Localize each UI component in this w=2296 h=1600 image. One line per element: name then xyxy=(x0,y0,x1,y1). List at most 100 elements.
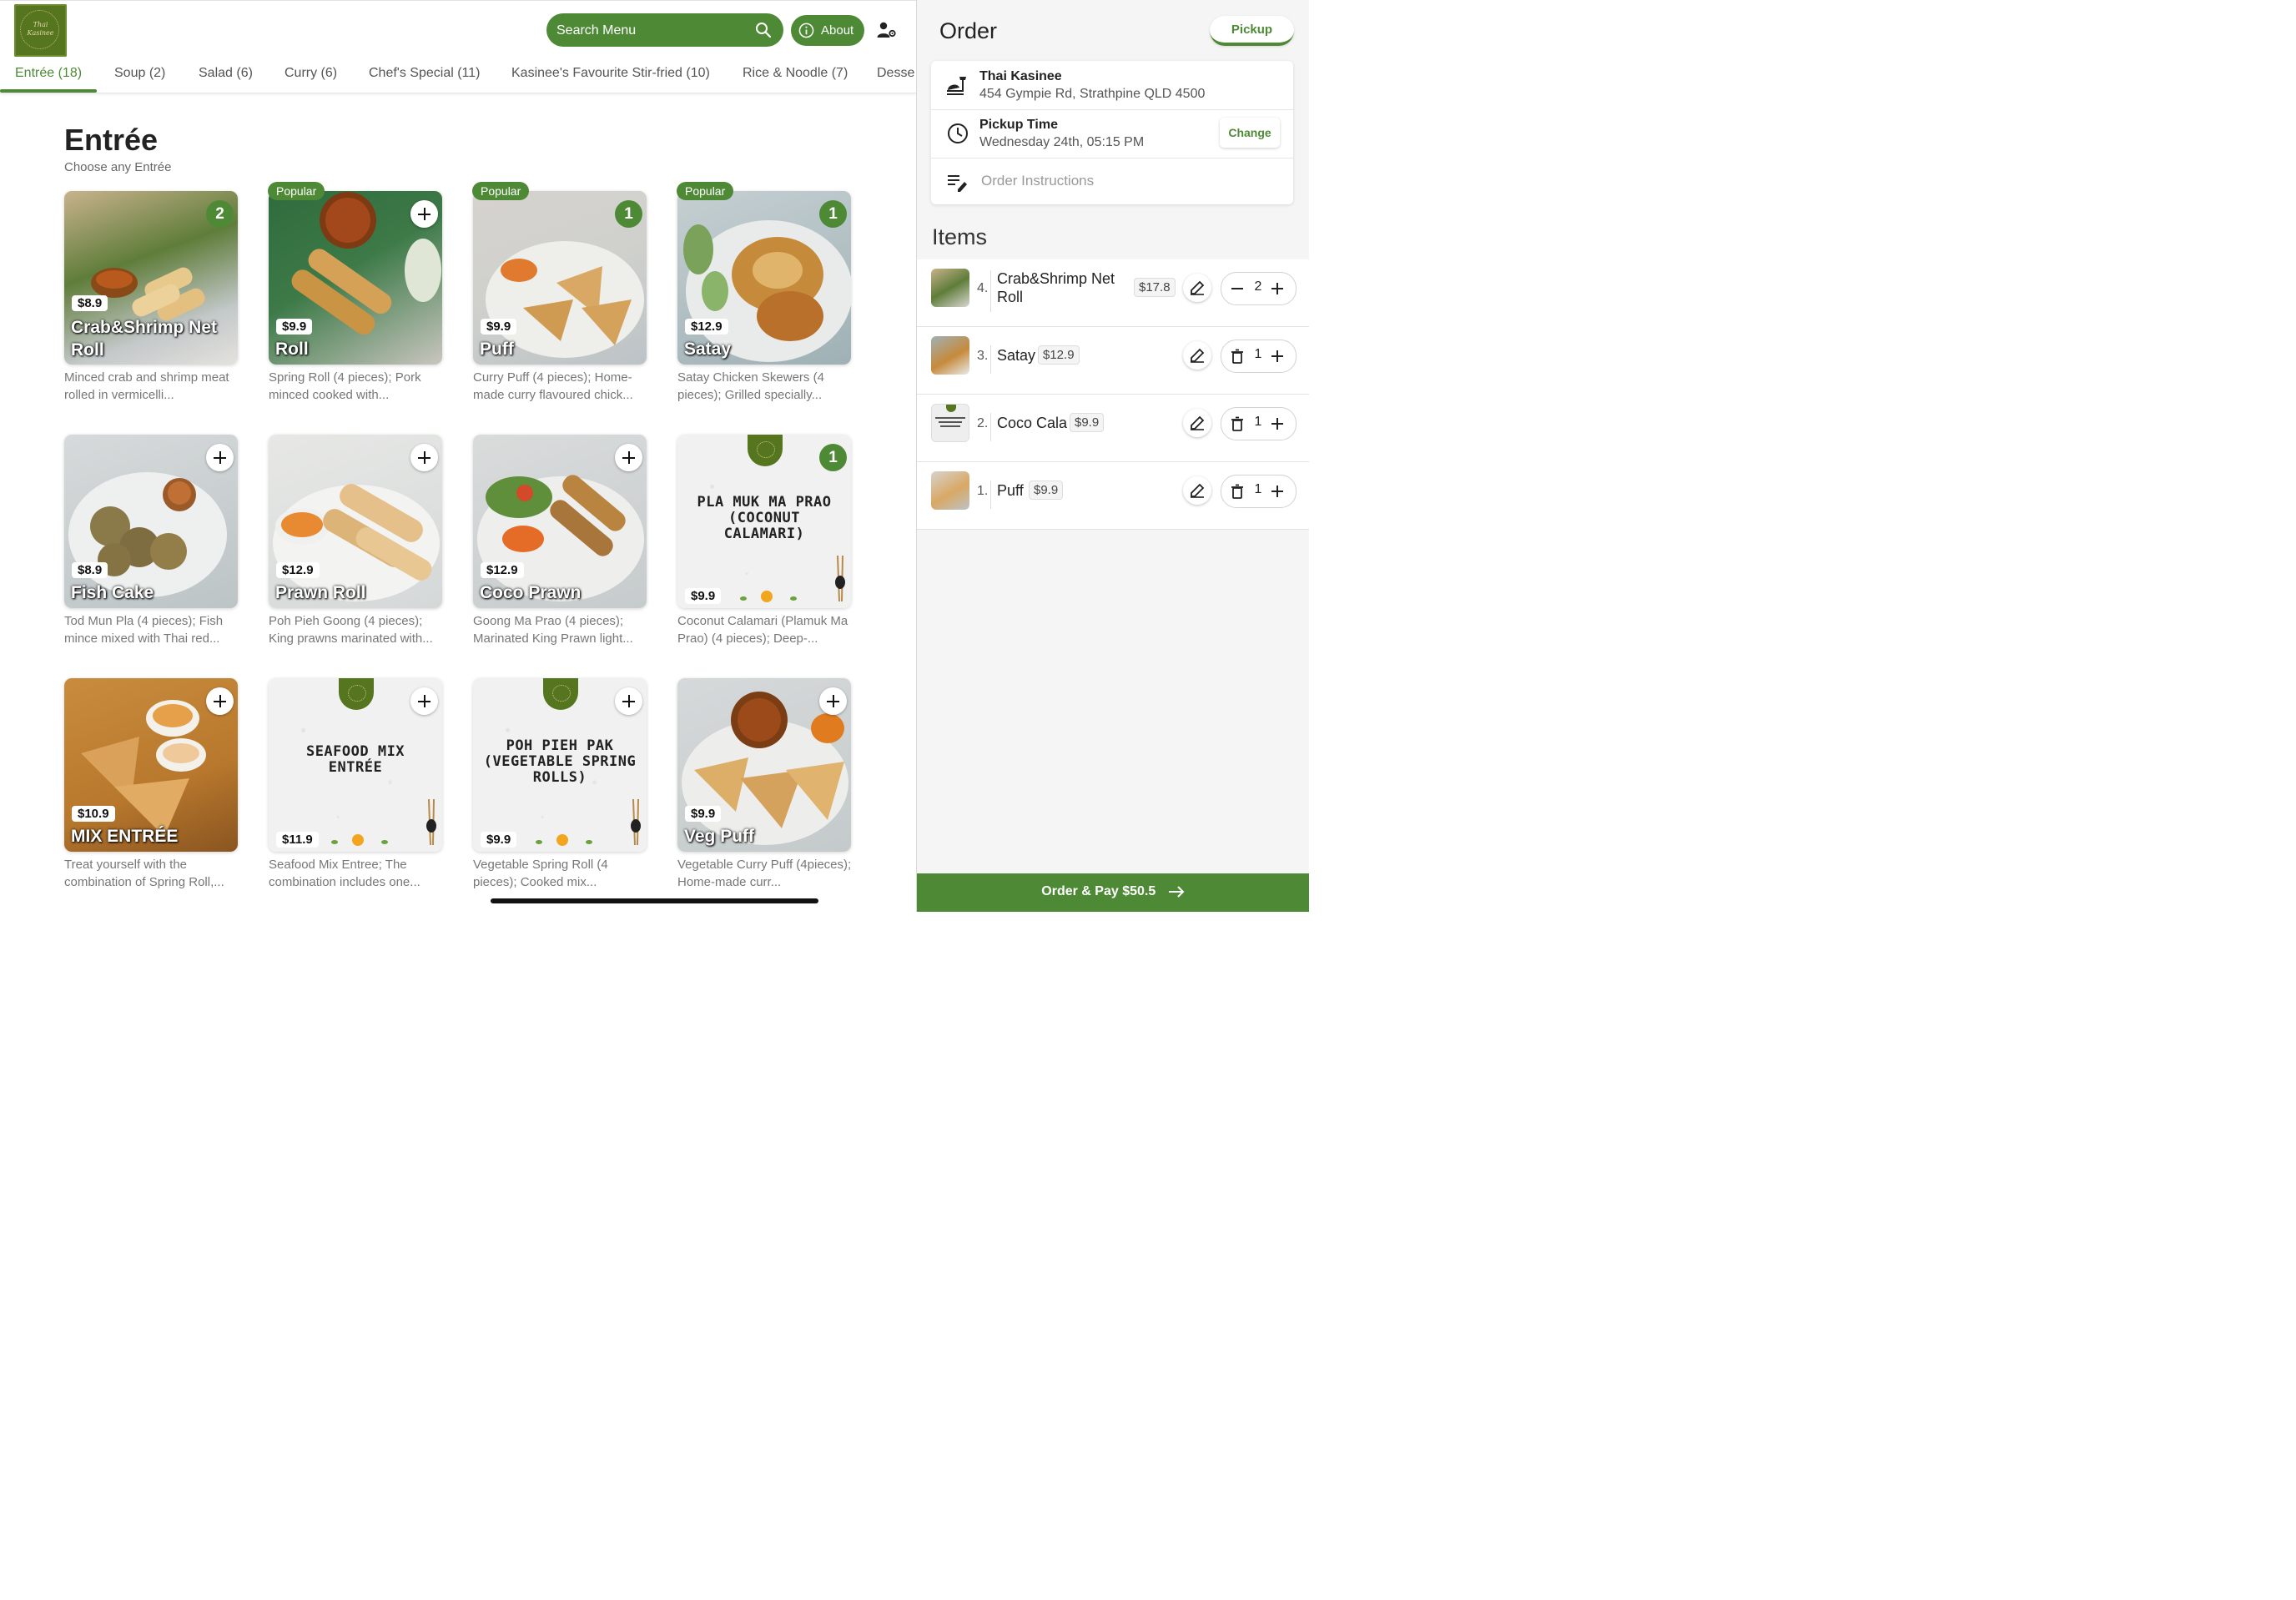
divider xyxy=(990,270,991,312)
order-instructions-input[interactable] xyxy=(979,172,1266,190)
add-to-cart-button[interactable] xyxy=(615,687,642,715)
items-heading: Items xyxy=(932,224,988,249)
cart-count-badge: 1 xyxy=(615,200,642,228)
edit-item-button[interactable] xyxy=(1183,409,1211,437)
increase-quantity-icon[interactable] xyxy=(1270,281,1285,296)
account-settings-icon[interactable] xyxy=(877,21,897,39)
price-tag: $11.9 xyxy=(276,832,319,848)
edit-pencil-icon xyxy=(1191,280,1205,295)
instructions-row xyxy=(931,158,1293,204)
item-description: Spring Roll (4 pieces); Pork minced cook… xyxy=(269,370,421,402)
popular-badge: Popular xyxy=(268,182,325,200)
item-description: Goong Ma Prao (4 pieces); Marinated King… xyxy=(473,614,633,646)
divider xyxy=(990,481,991,509)
restaurant-name: Thai Kasinee xyxy=(979,69,1062,83)
quantity-stepper[interactable]: 1 xyxy=(1221,475,1297,508)
add-to-cart-button[interactable] xyxy=(410,687,438,715)
price-tag: $9.9 xyxy=(481,319,517,335)
tab-curry[interactable]: Curry (6) xyxy=(284,66,337,81)
restaurant-address: 454 Gympie Rd, Strathpine QLD 4500 xyxy=(979,87,1206,101)
delete-item-icon[interactable] xyxy=(1230,484,1245,499)
item-name-overlay: Roll xyxy=(275,340,309,359)
cart-line-item: 1. Puff $9.9 1 xyxy=(917,462,1309,530)
line-number: 2. xyxy=(977,416,989,430)
edit-item-button[interactable] xyxy=(1183,274,1211,302)
item-name-overlay: Fish Cake xyxy=(71,583,154,602)
popular-badge: Popular xyxy=(472,182,530,200)
chopsticks-decoration xyxy=(835,556,845,602)
line-item-name: Satay xyxy=(997,347,1036,364)
item-name-overlay: Crab&Shrimp Net Roll xyxy=(71,318,218,360)
delete-item-icon[interactable] xyxy=(1230,349,1245,364)
order-info-card: Thai Kasinee 454 Gympie Rd, Strathpine Q… xyxy=(931,61,1293,204)
quantity-value: 1 xyxy=(1254,347,1262,361)
item-thumbnail xyxy=(931,404,969,442)
item-description: Curry Puff (4 pieces); Home-made curry f… xyxy=(473,370,633,402)
line-item-name-line: Roll xyxy=(997,289,1024,305)
cart-line-item: 2. Coco Cala $9.9 1 xyxy=(917,395,1309,462)
add-to-cart-button[interactable] xyxy=(410,444,438,471)
tab-entree[interactable]: Entrée (18) xyxy=(15,66,82,81)
order-and-pay-label: Order & Pay $50.5 xyxy=(1041,884,1156,898)
item-thumbnail xyxy=(931,336,969,375)
add-to-cart-button[interactable] xyxy=(206,687,234,715)
quantity-value: 2 xyxy=(1254,279,1262,294)
cart-line-item: 3. Satay $12.9 1 xyxy=(917,327,1309,395)
search-icon[interactable] xyxy=(755,22,772,38)
decoration xyxy=(711,591,819,602)
add-to-cart-button[interactable] xyxy=(206,444,234,471)
add-to-cart-button[interactable] xyxy=(615,444,642,471)
order-and-pay-button[interactable]: Order & Pay $50.5 xyxy=(917,873,1309,912)
line-item-name: Coco Cala xyxy=(997,415,1068,431)
active-tab-indicator xyxy=(0,89,97,93)
tab-salad[interactable]: Salad (6) xyxy=(199,66,253,81)
order-panel: Order Pickup Thai Kasinee 454 Gympie Rd,… xyxy=(916,0,1309,912)
line-item-name-line: Crab&Shrimp Net xyxy=(997,270,1115,287)
item-description: Tod Mun Pla (4 pieces); Fish mince mixed… xyxy=(64,614,224,646)
tab-dessert[interactable]: Desse xyxy=(877,66,914,81)
quantity-stepper[interactable]: 1 xyxy=(1221,407,1297,440)
edit-pencil-icon xyxy=(1191,415,1205,430)
edit-item-button[interactable] xyxy=(1183,476,1211,505)
tab-kasinees-favourite[interactable]: Kasinee's Favourite Stir-fried (10) xyxy=(511,66,710,81)
item-name-overlay: Coco Prawn xyxy=(480,583,582,602)
item-name-overlay: Prawn Roll xyxy=(275,583,366,602)
home-indicator[interactable] xyxy=(491,898,818,903)
tab-chefs-special[interactable]: Chef's Special (11) xyxy=(369,66,480,81)
increase-quantity-icon[interactable] xyxy=(1270,416,1285,431)
cart-count-badge: 1 xyxy=(819,444,847,471)
line-number: 1. xyxy=(977,484,989,498)
about-button[interactable]: About xyxy=(791,15,864,46)
pickup-time-value: Wednesday 24th, 05:15 PM xyxy=(979,135,1145,149)
section-subtitle: Choose any Entrée xyxy=(64,160,172,174)
edit-notes-icon xyxy=(948,175,967,192)
item-description: Seafood Mix Entree; The combination incl… xyxy=(269,858,420,889)
delete-item-icon[interactable] xyxy=(1230,416,1245,431)
edit-pencil-icon xyxy=(1191,483,1205,498)
restaurant-logo[interactable]: Thai Kasinee xyxy=(14,4,67,57)
divider xyxy=(990,413,991,441)
logo-text: Thai Kasinee xyxy=(27,21,54,37)
chopsticks-decoration xyxy=(426,799,436,846)
add-to-cart-button[interactable] xyxy=(410,200,438,228)
price-tag: $8.9 xyxy=(72,562,108,578)
edit-item-button[interactable] xyxy=(1183,341,1211,370)
increase-quantity-icon[interactable] xyxy=(1270,484,1285,499)
quantity-stepper[interactable]: 2 xyxy=(1221,272,1297,305)
decrease-quantity-icon[interactable] xyxy=(1230,281,1245,296)
add-to-cart-button[interactable] xyxy=(819,687,847,715)
search-input[interactable] xyxy=(555,20,750,42)
item-name-overlay: Satay xyxy=(684,340,732,359)
popular-badge: Popular xyxy=(677,182,734,200)
price-tag: $9.9 xyxy=(481,832,517,848)
tab-soup[interactable]: Soup (2) xyxy=(114,66,165,81)
quantity-stepper[interactable]: 1 xyxy=(1221,340,1297,373)
pickup-mode-button[interactable]: Pickup xyxy=(1210,16,1294,46)
search-bar[interactable] xyxy=(546,13,783,47)
text-card-title: PLA MUK MA PRAO (COCONUT CALAMARI) xyxy=(697,494,832,542)
line-number: 4. xyxy=(977,281,989,295)
change-pickup-time-button[interactable]: Change xyxy=(1220,118,1280,148)
tab-rice-noodle[interactable]: Rice & Noodle (7) xyxy=(743,66,848,81)
text-card-title: POH PIEH PAK (VEGETABLE SPRING ROLLS) xyxy=(483,737,637,786)
increase-quantity-icon[interactable] xyxy=(1270,349,1285,364)
